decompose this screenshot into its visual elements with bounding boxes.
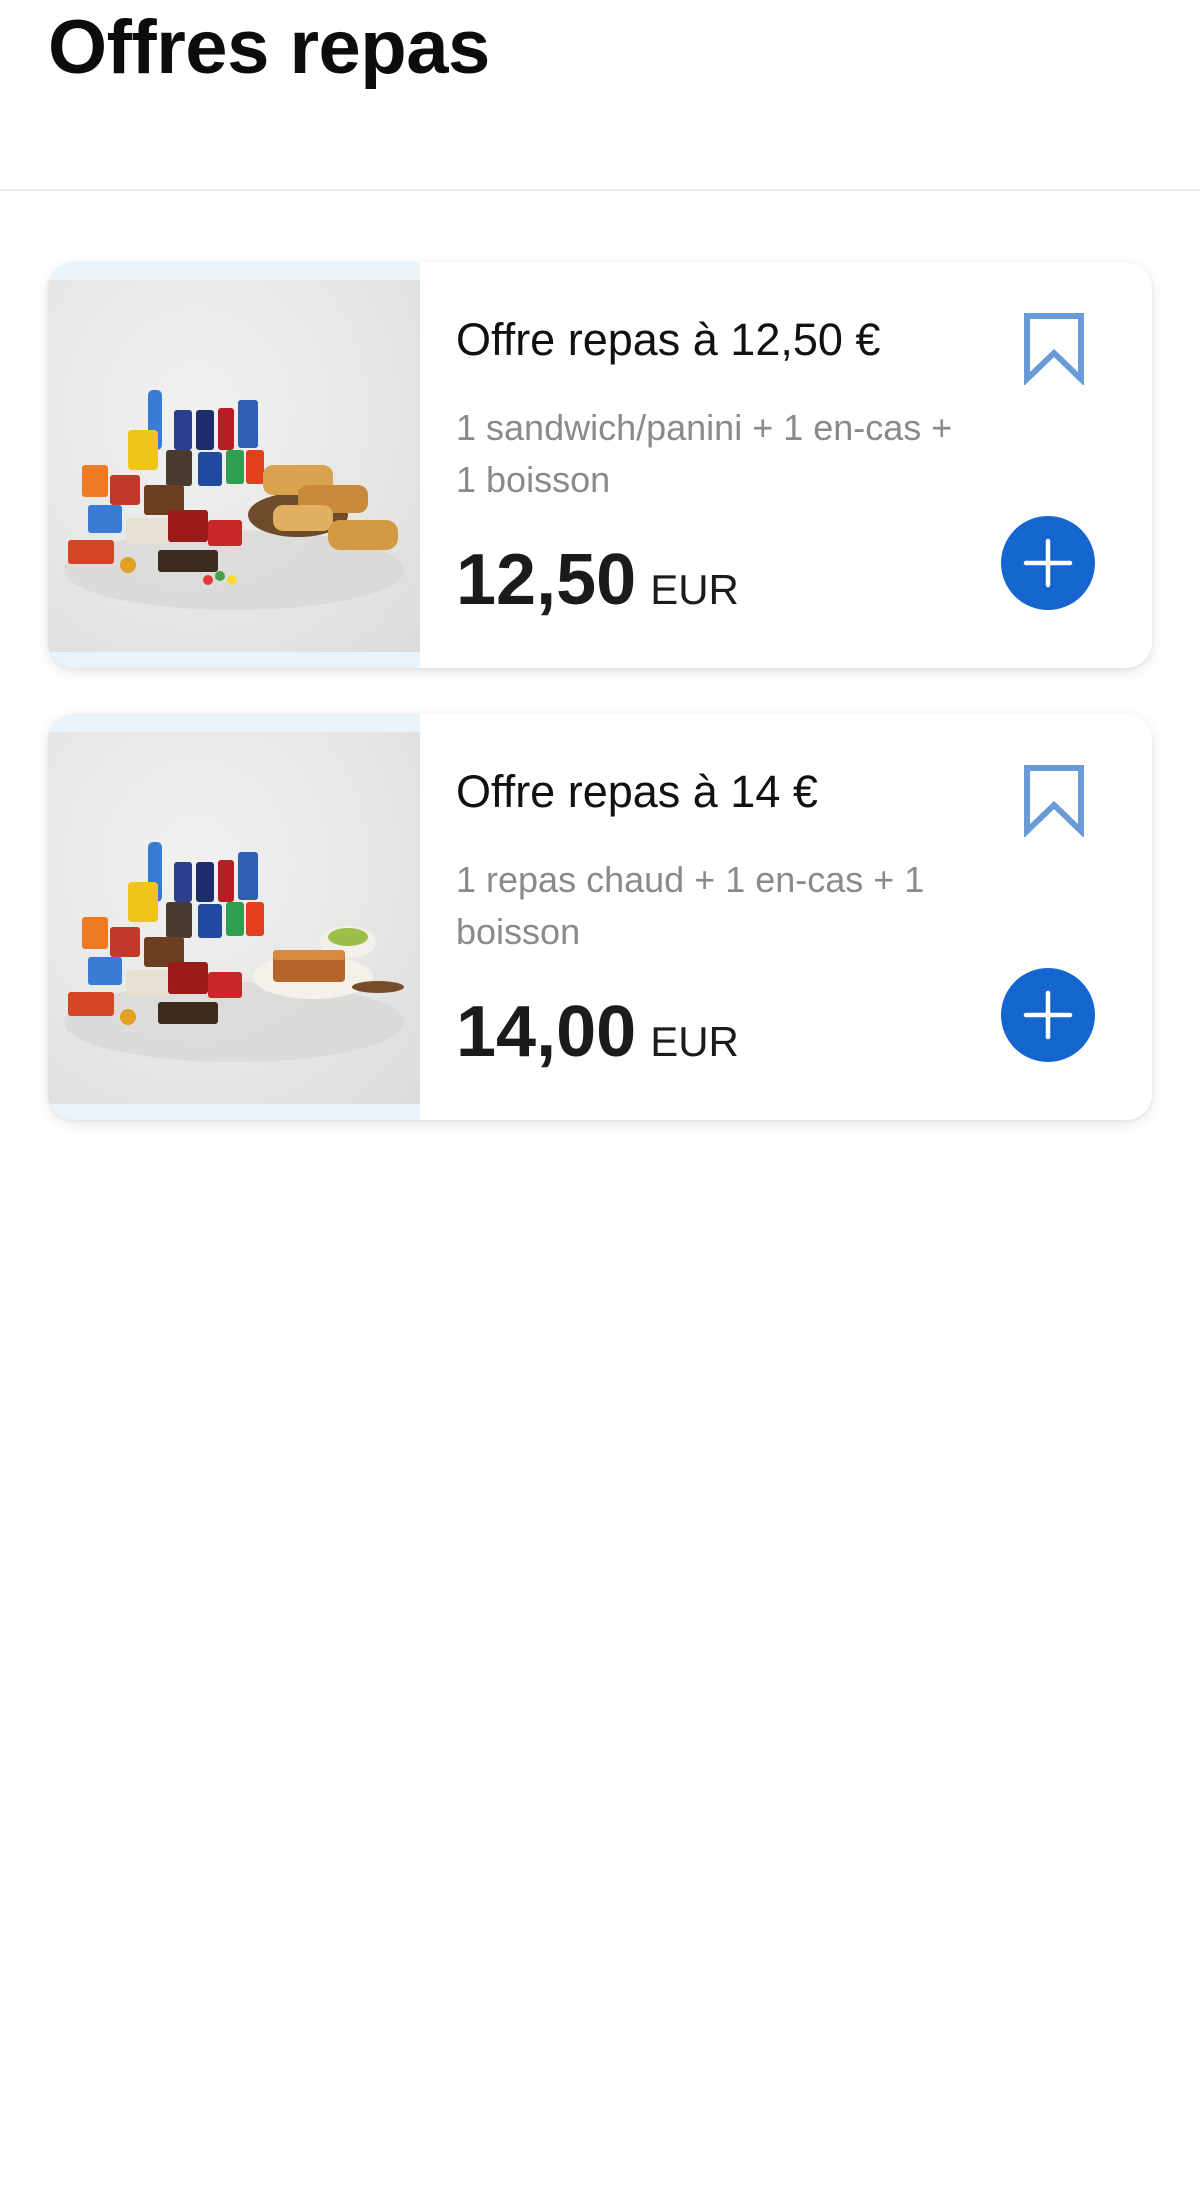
price-amount: 12,50	[456, 540, 637, 620]
plus-icon	[1023, 538, 1073, 588]
offer-description: 1 sandwich/panini + 1 en-cas + 1 boisson	[456, 407, 953, 500]
offer-description: 1 repas chaud + 1 en-cas + 1 boisson	[456, 859, 925, 952]
meal-deal-hot-meal-photo	[48, 732, 420, 1104]
bookmark-button[interactable]	[1012, 306, 1096, 390]
offer-image	[48, 262, 420, 668]
bookmark-button[interactable]	[1012, 758, 1096, 842]
header-divider	[0, 189, 1200, 191]
meal-deal-sandwich-photo	[48, 280, 420, 652]
offer-image	[48, 714, 420, 1120]
offer-title: Offre repas à 14 €	[456, 766, 818, 817]
offer-title: Offre repas à 12,50 €	[456, 314, 881, 365]
page-title: Offres repas	[48, 5, 490, 90]
offer-card[interactable]: Offre repas à 14 € 1 repas chaud + 1 en-…	[48, 714, 1152, 1120]
bookmark-outline-icon	[1024, 313, 1084, 385]
add-to-cart-button[interactable]	[1001, 968, 1095, 1062]
plus-icon	[1023, 990, 1073, 1040]
price-amount: 14,00	[456, 992, 637, 1072]
price-currency: EUR	[650, 566, 739, 613]
offer-card[interactable]: Offre repas à 12,50 € 1 sandwich/panini …	[48, 262, 1152, 668]
offer-price: 12,50 EUR	[456, 540, 739, 630]
add-to-cart-button[interactable]	[1001, 516, 1095, 610]
bookmark-outline-icon	[1024, 765, 1084, 837]
price-currency: EUR	[650, 1018, 739, 1065]
offer-list: Offre repas à 12,50 € 1 sandwich/panini …	[48, 262, 1152, 1166]
offer-price: 14,00 EUR	[456, 992, 739, 1082]
